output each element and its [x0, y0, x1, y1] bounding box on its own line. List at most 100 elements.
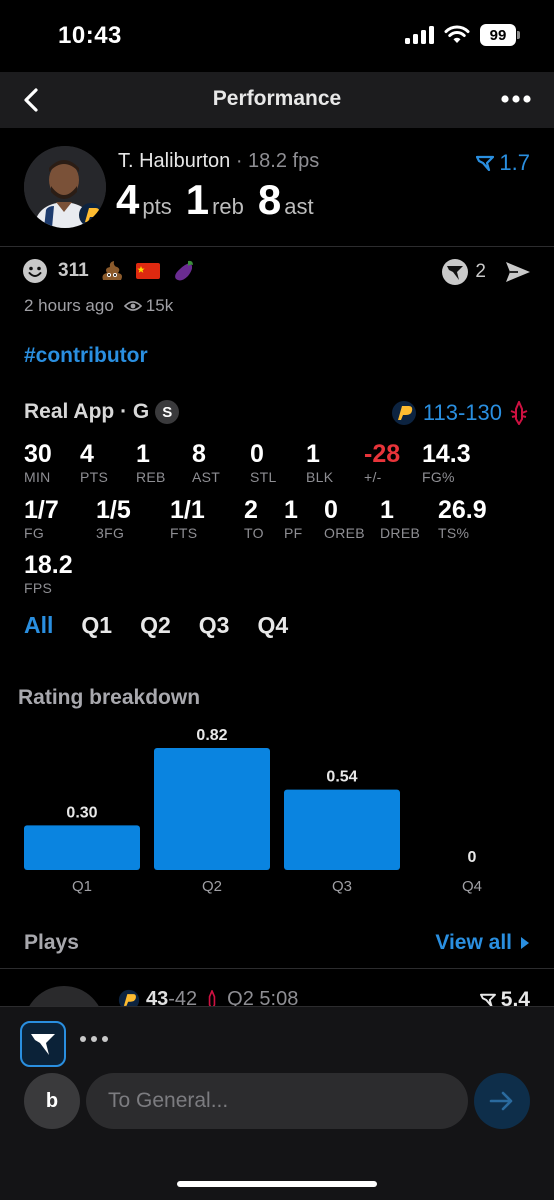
rating-logo-icon — [476, 155, 495, 171]
reactions-bar: 311 — [22, 258, 197, 284]
stat-key: PF — [284, 525, 303, 541]
stat-value: 18.2 — [24, 551, 73, 579]
app-logo-icon — [31, 1034, 55, 1055]
rating-value: 1.7 — [499, 150, 530, 175]
tab-q1[interactable]: Q1 — [81, 612, 112, 639]
play-time: Q2 5:08 — [227, 988, 299, 1006]
stat-key: STL — [250, 469, 277, 485]
play-score-away: 42 — [174, 988, 198, 1006]
status-icons: 99 — [405, 24, 520, 46]
stat-to: 2 TO — [244, 496, 264, 542]
smiley-reaction-icon[interactable] — [22, 258, 48, 284]
stat-key: REB — [136, 469, 166, 485]
play-score-home: 43 — [146, 988, 169, 1006]
play-rating-value: 5.4 — [500, 988, 530, 1006]
chart-value-label: 0 — [468, 849, 477, 866]
play-row[interactable]: 43-42 Q2 5:08 5.4 — [0, 980, 554, 1006]
app-logo-comment-icon — [442, 259, 469, 285]
eggplant-emoji-icon[interactable] — [171, 258, 197, 284]
stat-value: 2 — [244, 496, 258, 524]
chart-tick-label: Q1 — [72, 878, 92, 895]
stat-key: BLK — [306, 469, 334, 485]
send-button[interactable] — [474, 1073, 530, 1129]
china-flag-emoji-icon[interactable] — [135, 258, 161, 284]
stat-plus-minus: -28 +/- — [364, 440, 400, 486]
assists-label: ast — [284, 194, 314, 219]
score-home: 113 — [422, 400, 458, 425]
stat-fg-pct: 14.3 FG% — [422, 440, 471, 486]
player-name[interactable]: T. Haliburton — [118, 150, 230, 172]
plays-heading: Plays — [24, 931, 79, 954]
stat-fts: 1/1 FTS — [170, 496, 205, 542]
tab-q4[interactable]: Q4 — [257, 612, 288, 639]
player-fps: · 18.2 fps — [230, 150, 320, 172]
poop-emoji-icon[interactable] — [99, 258, 125, 284]
wifi-icon — [444, 25, 470, 43]
view-count: 15k — [145, 296, 174, 315]
stat-pf: 1 PF — [284, 496, 303, 542]
stat-min: 30 MIN — [24, 440, 52, 486]
stat-key: MIN — [24, 469, 51, 485]
stat-stl: 0 STL — [250, 440, 277, 486]
stat-3fg: 1/5 3FG — [96, 496, 131, 542]
player-avatar[interactable] — [24, 146, 106, 228]
stat-blk: 1 BLK — [306, 440, 333, 486]
post-meta: 2 hours ago 15k — [24, 296, 173, 316]
score-away: 130 — [465, 400, 502, 425]
points-value: 4 — [116, 176, 140, 223]
quarter-tabs: All Q1 Q2 Q3 Q4 — [24, 612, 288, 639]
stat-key: TO — [244, 525, 264, 541]
stat-key: PTS — [80, 469, 109, 485]
send-share-icon[interactable] — [504, 259, 532, 285]
stat-value: 14.3 — [422, 440, 471, 468]
stat-oreb: 0 OREB — [324, 496, 365, 542]
stat-value: 1/1 — [170, 496, 205, 524]
pacers-logo-icon — [118, 989, 140, 1006]
chart-value-label: 0.82 — [196, 727, 227, 744]
chart-bar-q1 — [24, 825, 140, 870]
stat-value: 30 — [24, 440, 52, 468]
stat-key: TS% — [438, 525, 470, 541]
divider — [0, 246, 554, 247]
points-label: pts — [142, 194, 172, 219]
share-group: 2 — [441, 258, 532, 286]
user-avatar[interactable]: b — [24, 1073, 80, 1129]
chart-value-label: 0.54 — [326, 769, 357, 786]
comment-count: 2 — [475, 261, 486, 282]
game-title: Real App · G — [24, 400, 150, 423]
more-options-icon[interactable] — [500, 86, 532, 112]
eye-icon — [123, 301, 142, 311]
home-indicator — [177, 1181, 377, 1187]
player-rating: 1.7 — [476, 150, 530, 176]
pacers-logo-icon — [79, 203, 103, 227]
more-apps-icon[interactable] — [78, 1029, 110, 1049]
chart-value-label: 0.30 — [66, 804, 97, 821]
assists-value: 8 — [257, 176, 282, 223]
game-score[interactable]: 113-130 — [391, 400, 530, 426]
battery-icon: 99 — [480, 24, 520, 46]
stat-reb: 1 REB — [136, 440, 166, 486]
tab-all[interactable]: All — [24, 612, 53, 639]
comments-button[interactable]: 2 — [441, 258, 486, 286]
view-all-label: View all — [435, 931, 512, 954]
app-logo-button[interactable] — [20, 1021, 66, 1067]
player-name-line: T. Haliburton · 18.2 fps — [118, 150, 319, 173]
message-composer: b — [0, 1006, 554, 1200]
game-label: Real App · G S — [24, 400, 180, 424]
play-rating: 5.4 — [479, 988, 530, 1006]
time-ago: 2 hours ago — [24, 296, 114, 315]
view-all-link[interactable]: View all — [435, 931, 530, 955]
tab-q2[interactable]: Q2 — [140, 612, 171, 639]
stat-value: 0 — [324, 496, 338, 524]
chart-tick-label: Q4 — [462, 878, 482, 895]
tab-q3[interactable]: Q3 — [199, 612, 230, 639]
stat-key: FG — [24, 525, 45, 541]
message-input[interactable] — [86, 1073, 468, 1129]
page-title: Performance — [212, 87, 342, 110]
stat-ts-pct: 26.9 TS% — [438, 496, 487, 542]
rockets-logo-icon — [208, 989, 216, 1006]
stat-dreb: 1 DREB — [380, 496, 420, 542]
chart-tick-label: Q2 — [202, 878, 222, 895]
hashtag-link[interactable]: #contributor — [24, 344, 148, 368]
stat-value: 4 — [80, 440, 94, 468]
